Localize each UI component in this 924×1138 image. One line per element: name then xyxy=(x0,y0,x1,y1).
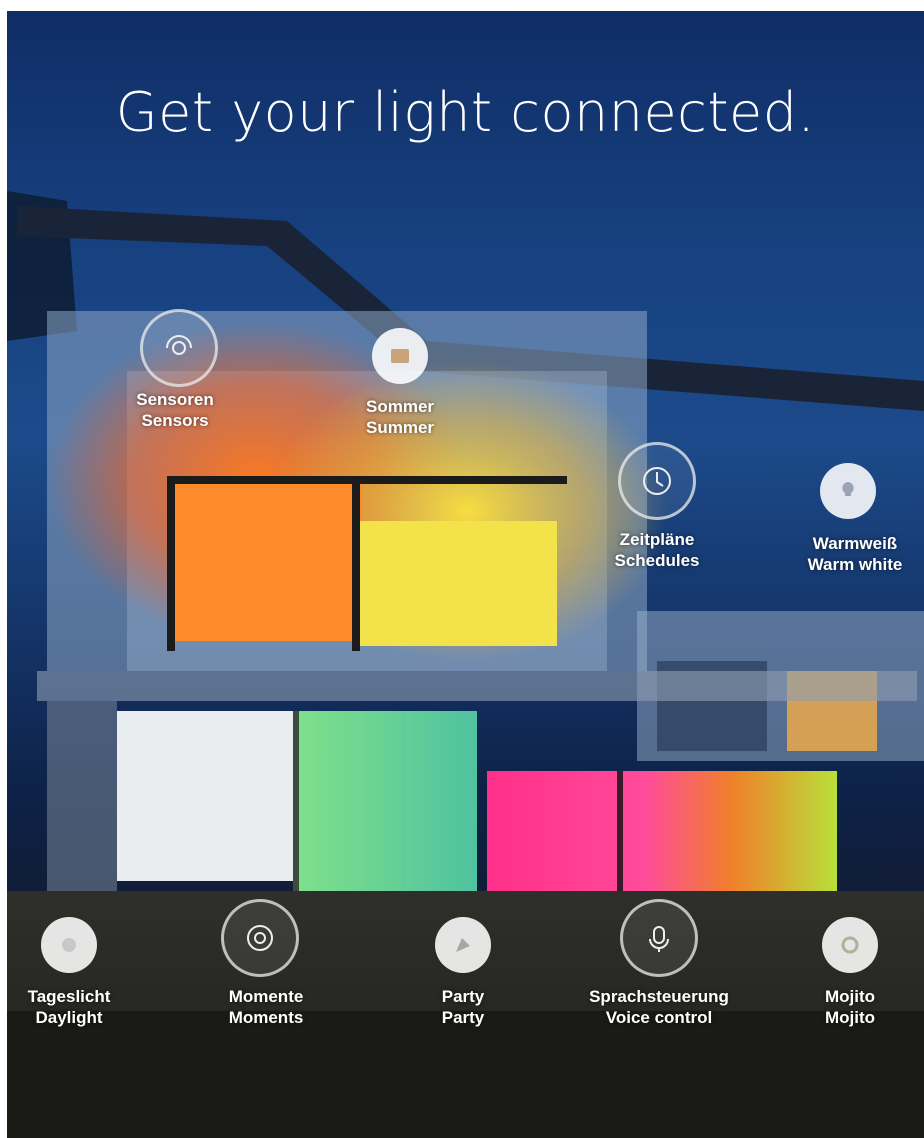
feature-label-summer: Sommer Summer xyxy=(365,397,435,437)
clock-icon[interactable] xyxy=(618,442,696,520)
bulb-icon[interactable] xyxy=(820,463,876,519)
feature-label-warm-white: Warmweiß Warm white xyxy=(807,534,903,574)
feature-label-sensors: Sensoren Sensors xyxy=(136,390,214,430)
daylight-icon[interactable] xyxy=(41,917,97,973)
feature-label-daylight: Tageslicht Daylight xyxy=(27,987,111,1027)
microphone-icon[interactable] xyxy=(620,899,698,977)
feature-label-party: Party Party xyxy=(441,987,485,1027)
hero-image: Get your light connected. Sensoren Sensor… xyxy=(7,11,924,1138)
feature-label-moments: Momente Moments xyxy=(228,987,304,1027)
mojito-icon[interactable] xyxy=(822,917,878,973)
moments-icon[interactable] xyxy=(221,899,299,977)
sensor-icon[interactable] xyxy=(140,309,218,387)
page-title: Get your light connected. xyxy=(115,81,816,144)
summer-scene-icon[interactable] xyxy=(372,328,428,384)
feature-label-voice-control: Sprachsteuerung Voice control xyxy=(589,987,729,1027)
feature-label-schedules: Zeitpläne Schedules xyxy=(614,530,700,570)
party-icon[interactable] xyxy=(435,917,491,973)
feature-label-mojito: Mojito Mojito xyxy=(824,987,876,1027)
